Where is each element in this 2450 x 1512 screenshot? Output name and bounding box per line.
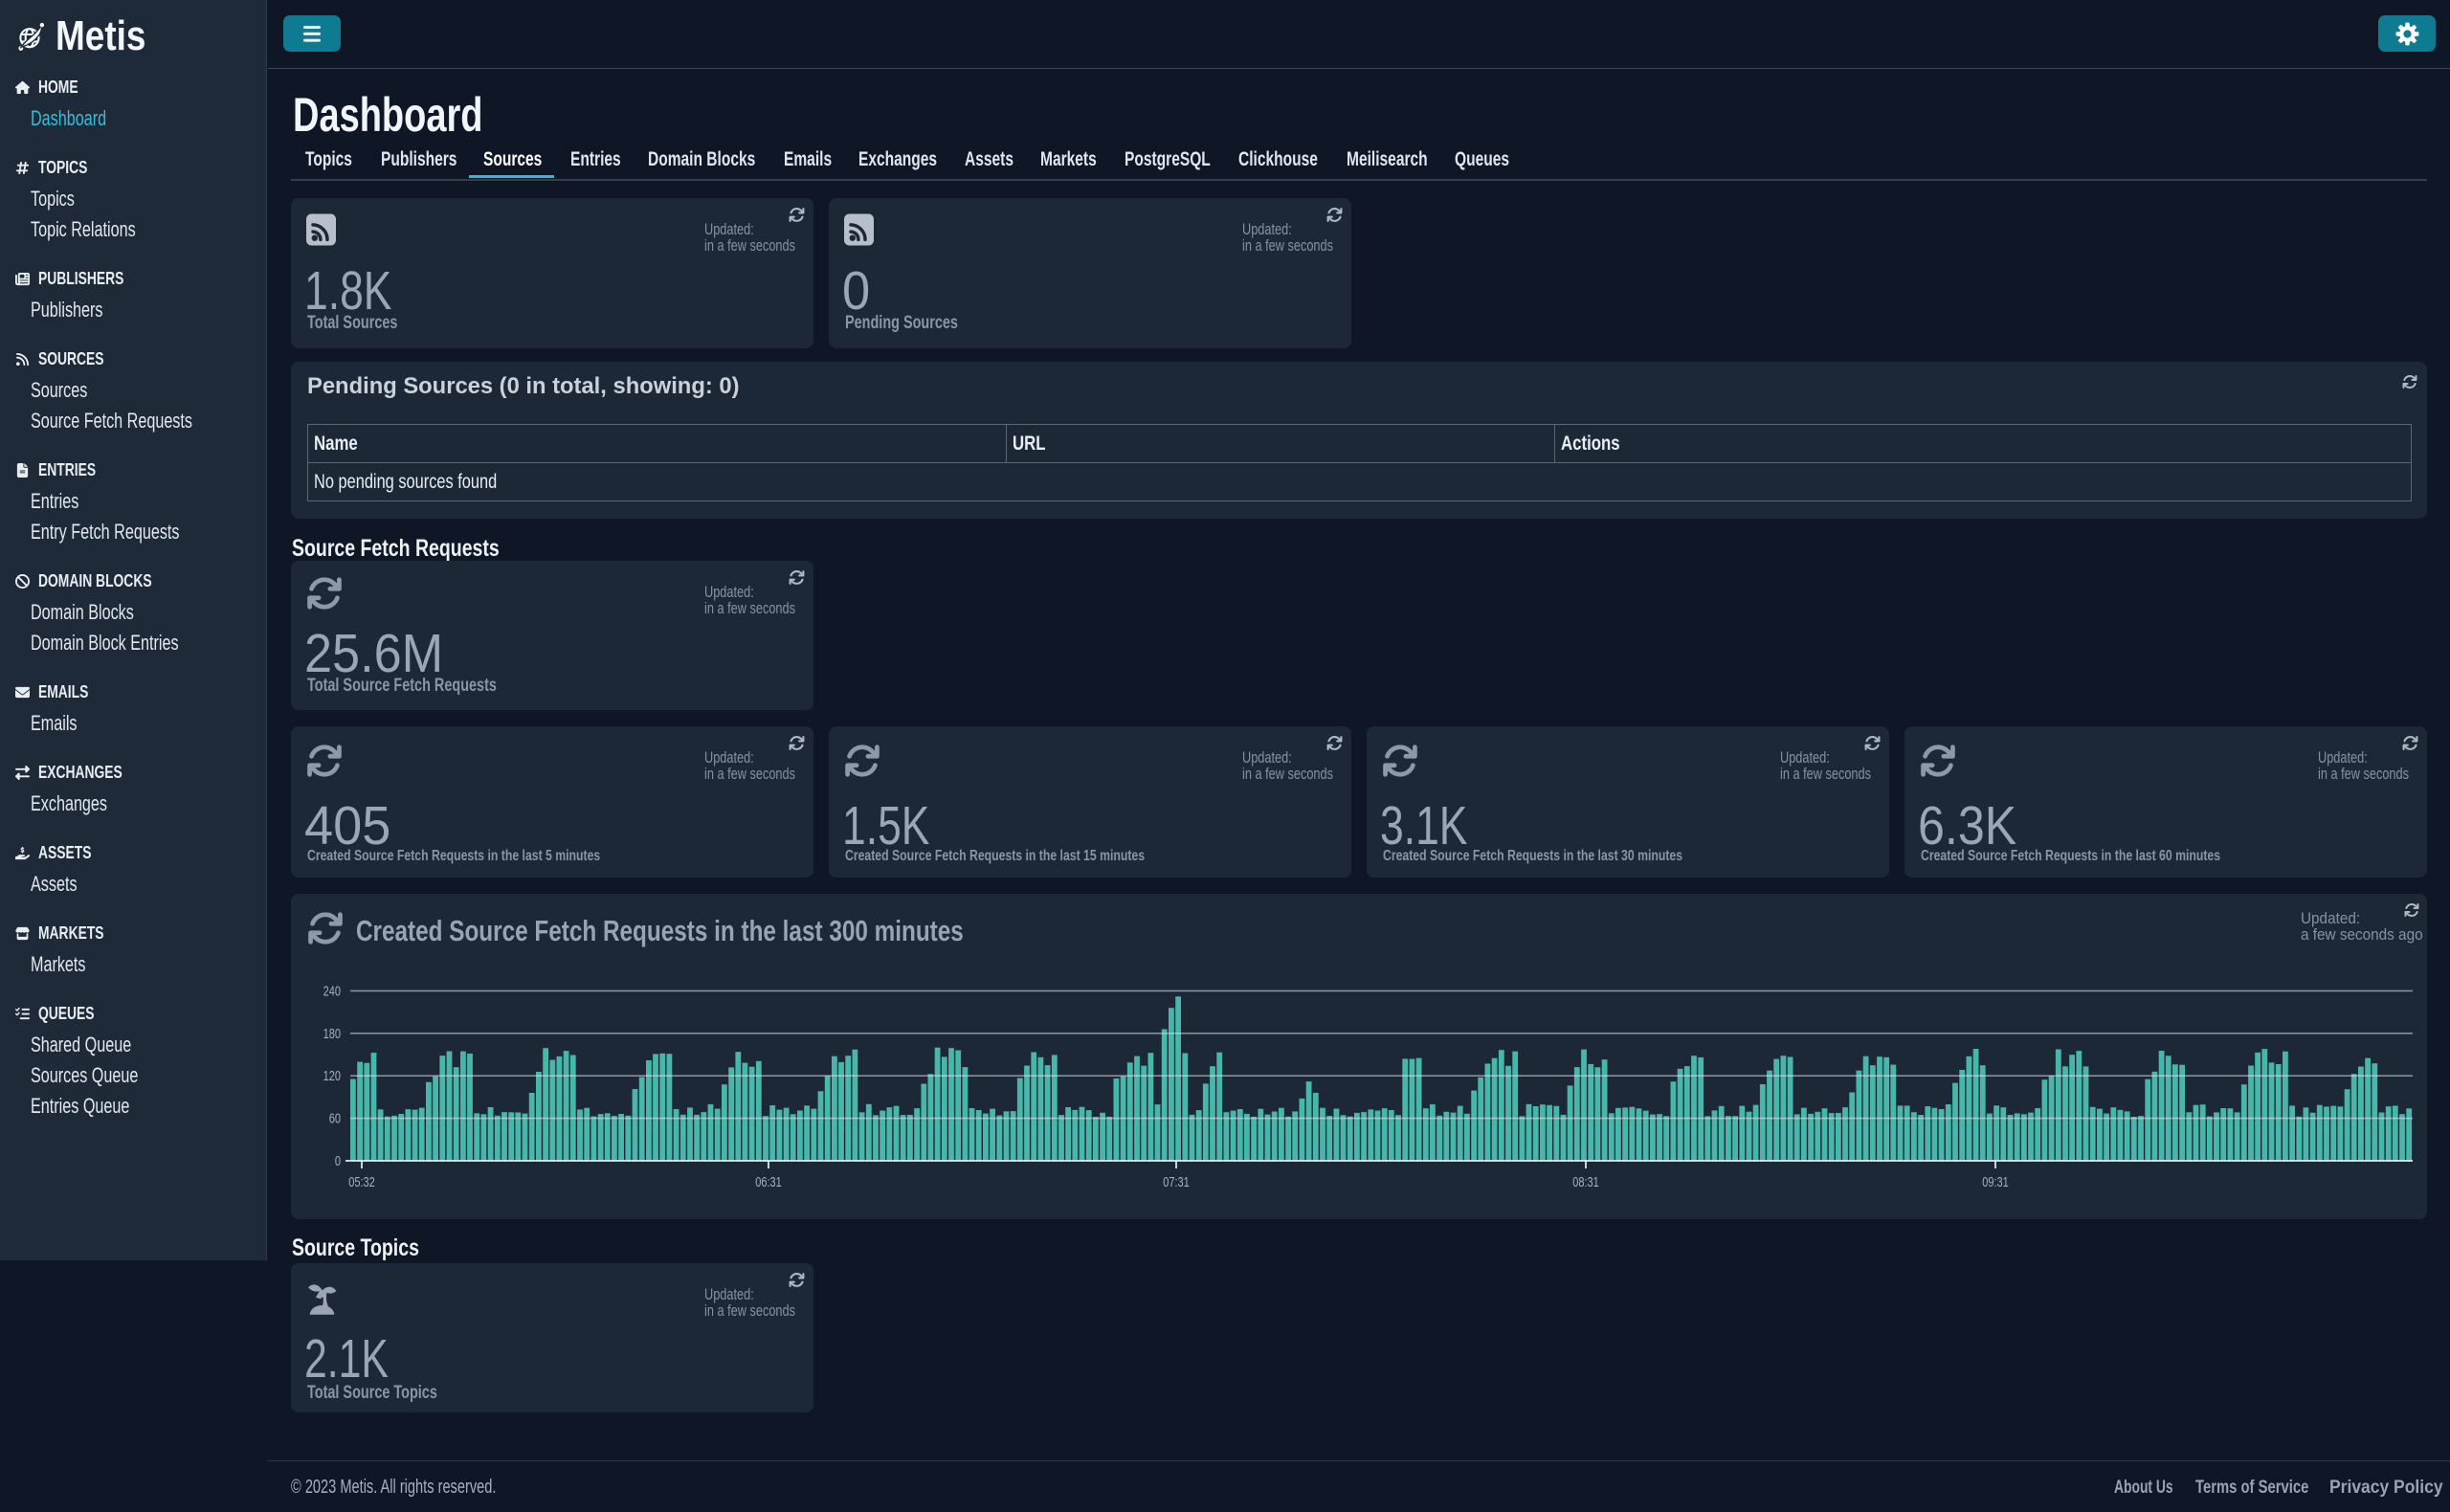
svg-text:240: 240 <box>323 983 341 999</box>
svg-text:180: 180 <box>323 1025 341 1041</box>
svg-text:120: 120 <box>323 1068 341 1084</box>
svg-text:05:32: 05:32 <box>348 1173 375 1190</box>
svg-text:07:31: 07:31 <box>1163 1173 1190 1190</box>
svg-text:06:31: 06:31 <box>755 1173 782 1190</box>
svg-text:09:31: 09:31 <box>1982 1173 2009 1190</box>
svg-text:60: 60 <box>329 1110 341 1126</box>
svg-text:0: 0 <box>335 1152 341 1168</box>
svg-text:08:31: 08:31 <box>1572 1173 1599 1190</box>
